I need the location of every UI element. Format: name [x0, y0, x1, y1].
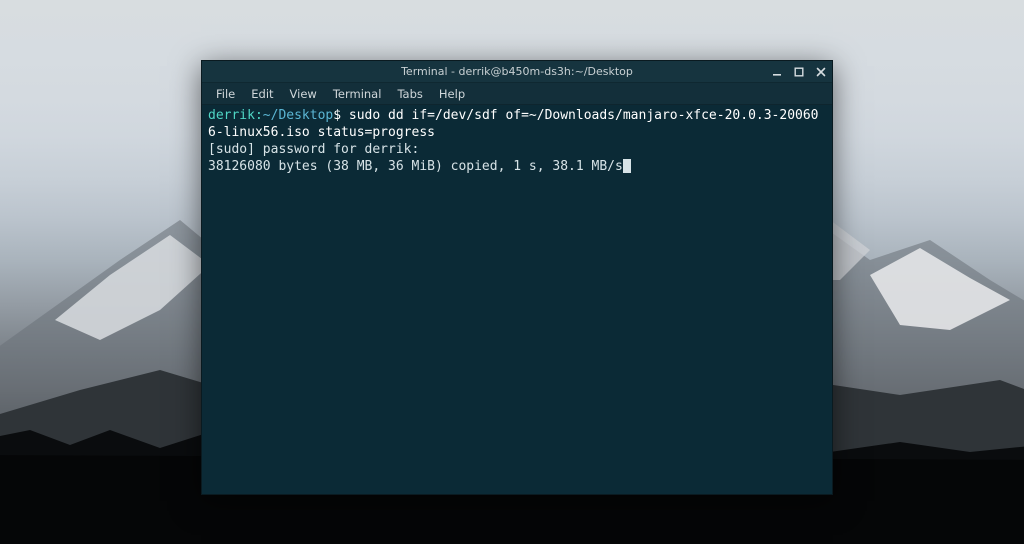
cursor-block — [623, 159, 631, 173]
window-controls — [770, 61, 828, 82]
menubar: File Edit View Terminal Tabs Help — [202, 83, 832, 105]
menu-edit[interactable]: Edit — [245, 85, 279, 103]
window-title: Terminal - derrik@b450m-ds3h:~/Desktop — [401, 65, 633, 78]
terminal-window: Terminal - derrik@b450m-ds3h:~/Desktop F… — [201, 60, 833, 495]
prompt-user: derrik: — [208, 108, 263, 123]
minimize-button[interactable] — [770, 65, 784, 79]
output-line-1: [sudo] password for derrik: — [208, 142, 419, 157]
prompt-suffix: $ — [333, 108, 349, 123]
menu-terminal[interactable]: Terminal — [327, 85, 388, 103]
menu-view[interactable]: View — [284, 85, 323, 103]
close-button[interactable] — [814, 65, 828, 79]
menu-file[interactable]: File — [210, 85, 241, 103]
terminal-body[interactable]: derrik:~/Desktop$ sudo dd if=/dev/sdf of… — [202, 105, 832, 494]
output-line-2: 38126080 bytes (38 MB, 36 MiB) copied, 1… — [208, 159, 623, 174]
menu-tabs[interactable]: Tabs — [391, 85, 428, 103]
maximize-button[interactable] — [792, 65, 806, 79]
prompt-path: ~/Desktop — [263, 108, 333, 123]
window-titlebar[interactable]: Terminal - derrik@b450m-ds3h:~/Desktop — [202, 61, 832, 83]
menu-help[interactable]: Help — [433, 85, 471, 103]
